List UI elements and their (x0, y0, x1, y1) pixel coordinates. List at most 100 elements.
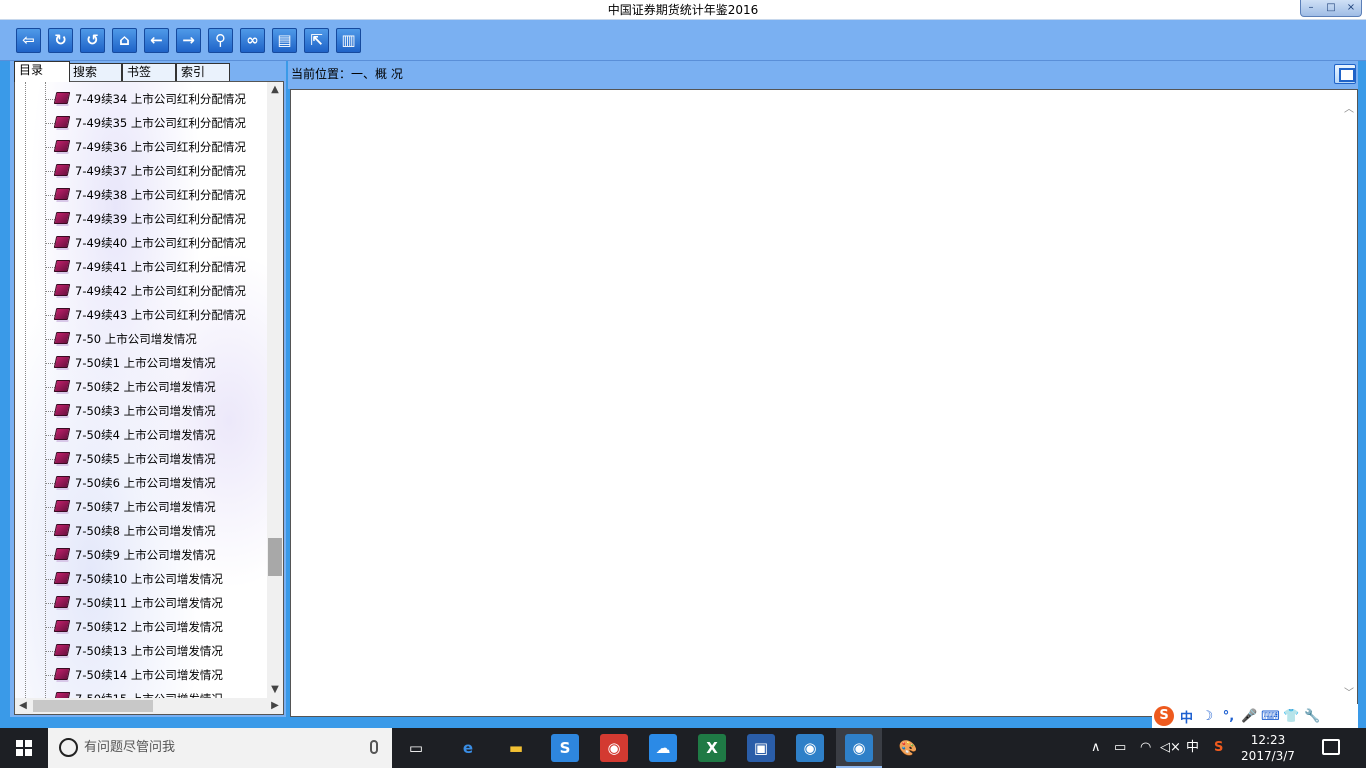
content-scroll-down-icon[interactable]: ﹀ (1341, 686, 1357, 702)
yearbook-viewer-icon-1[interactable]: ◉ (796, 734, 824, 762)
close-button[interactable]: × (1341, 0, 1361, 16)
tab-contents[interactable]: 目录 (14, 61, 70, 82)
tree-horizontal-scrollbar[interactable]: ◀ ▶ (15, 698, 283, 714)
settings-wrench-icon[interactable]: 🔧 (1302, 709, 1323, 724)
netease-music-icon[interactable]: ◉ (600, 734, 628, 762)
tree-vertical-scrollbar[interactable]: ▲ ▼ (267, 82, 283, 698)
tree-item[interactable]: 7-49续38 上市公司红利分配情况 (15, 183, 267, 207)
link-icon[interactable]: ∞ (240, 28, 265, 53)
book-search-icon[interactable]: ▥ (336, 28, 361, 53)
tray-overflow-icon[interactable]: ∧ (1091, 728, 1101, 768)
toc-list: 7-49续34 上市公司红利分配情况 7-49续35 上市公司红利分配情况 7-49… (15, 87, 267, 698)
search-key-icon[interactable]: ⚲ (208, 28, 233, 53)
microphone-icon[interactable] (370, 740, 378, 754)
book-icon (53, 596, 71, 608)
sogou-browser-icon[interactable]: S (551, 734, 579, 762)
tree-item[interactable]: 7-50续1 上市公司增发情况 (15, 351, 267, 375)
tree-item[interactable]: 7-50续11 上市公司增发情况 (15, 591, 267, 615)
skin-icon[interactable]: 👕 (1281, 709, 1302, 724)
window-title: 中国证券期货统计年鉴2016 (607, 3, 759, 17)
start-button[interactable] (0, 728, 48, 768)
tree-item[interactable]: 7-49续41 上市公司红利分配情况 (15, 255, 267, 279)
document-icon[interactable]: ▤ (272, 28, 297, 53)
maximize-button[interactable]: □ (1321, 0, 1341, 16)
file-explorer-icon[interactable]: ▬ (502, 734, 530, 762)
minimize-button[interactable]: – (1301, 0, 1321, 16)
soft-keyboard-icon[interactable]: ⌨ (1260, 709, 1281, 724)
toc-tree[interactable]: 7-49续34 上市公司红利分配情况 7-49续35 上市公司红利分配情况 7-49… (14, 81, 284, 715)
notification-center-icon[interactable] (1322, 739, 1340, 755)
tab-search[interactable]: 搜索 (68, 63, 122, 81)
scroll-up-icon[interactable]: ▲ (267, 82, 283, 98)
tree-item[interactable]: 7-50续2 上市公司增发情况 (15, 375, 267, 399)
content-area[interactable]: ︿ ﹀ (290, 89, 1358, 717)
ime-language-indicator[interactable]: 中 (1186, 728, 1199, 768)
cortana-icon (59, 738, 78, 757)
tab-bookmarks[interactable]: 书签 (122, 63, 176, 81)
task-view-icon[interactable]: ▭ (402, 734, 430, 762)
tab-index[interactable]: 索引 (176, 63, 230, 81)
tree-item[interactable]: 7-49续40 上市公司红利分配情况 (15, 231, 267, 255)
tree-item[interactable]: 7-49续36 上市公司红利分配情况 (15, 135, 267, 159)
undo-icon[interactable]: ↺ (80, 28, 105, 53)
tree-item[interactable]: 7-49续39 上市公司红利分配情况 (15, 207, 267, 231)
export-icon[interactable]: ⇱ (304, 28, 329, 53)
tree-item-label: 7-50续1 上市公司增发情况 (75, 356, 216, 370)
scroll-left-icon[interactable]: ◀ (15, 698, 31, 714)
fullscreen-icon[interactable] (1334, 64, 1356, 84)
tree-item-label: 7-50续3 上市公司增发情况 (75, 404, 216, 418)
exit-icon[interactable]: ⇦ (16, 28, 41, 53)
clock[interactable]: 12:23 2017/3/7 (1240, 732, 1296, 764)
tree-item[interactable]: 7-49续42 上市公司红利分配情况 (15, 279, 267, 303)
tree-item[interactable]: 7-50续3 上市公司增发情况 (15, 399, 267, 423)
sogou-ime-tray-icon[interactable]: S (1214, 728, 1223, 768)
yearbook-viewer-icon-2[interactable]: ◉ (845, 734, 873, 762)
taskbar-search[interactable]: 有问题尽管问我 (48, 728, 392, 768)
back-arrow-icon[interactable]: ← (144, 28, 169, 53)
tree-item[interactable]: 7-49续35 上市公司红利分配情况 (15, 111, 267, 135)
tree-item[interactable]: 7-50续13 上市公司增发情况 (15, 639, 267, 663)
network-icon[interactable]: ◠ (1140, 728, 1151, 768)
content-vertical-scrollbar[interactable]: ︿ ﹀ (1341, 90, 1357, 716)
tree-item[interactable]: 7-50 上市公司增发情况 (15, 327, 267, 351)
tree-item[interactable]: 7-49续34 上市公司红利分配情况 (15, 87, 267, 111)
punctuation-icon[interactable]: °, (1218, 709, 1239, 724)
baidu-cloud-icon[interactable]: ☁ (649, 734, 677, 762)
tree-item[interactable]: 7-49续43 上市公司红利分配情况 (15, 303, 267, 327)
refresh-icon[interactable]: ↻ (48, 28, 73, 53)
sogou-ime-icon[interactable]: S (1154, 706, 1174, 726)
scroll-down-icon[interactable]: ▼ (267, 682, 283, 698)
tree-item[interactable]: 7-50续7 上市公司增发情况 (15, 495, 267, 519)
tree-item[interactable]: 7-49续37 上市公司红利分配情况 (15, 159, 267, 183)
scroll-thumb-horizontal[interactable] (33, 700, 153, 712)
app-window-icon[interactable]: ▣ (747, 734, 775, 762)
voice-input-icon[interactable]: 🎤 (1239, 709, 1260, 724)
home-icon[interactable]: ⌂ (112, 28, 137, 53)
tree-item[interactable]: 7-50续6 上市公司增发情况 (15, 471, 267, 495)
search-placeholder: 有问题尽管问我 (84, 740, 176, 755)
paint-icon[interactable]: 🎨 (894, 734, 922, 762)
forward-arrow-icon[interactable]: → (176, 28, 201, 53)
tree-item[interactable]: 7-50续5 上市公司增发情况 (15, 447, 267, 471)
sidebar: 目录 搜索 书签 索引 7-49续34 上市公司红利分配情况 7-49续35 上市… (10, 61, 286, 717)
ime-toolbar: S 中 ☽ °, 🎤 ⌨ 👕 🔧 (1152, 704, 1358, 728)
content-scroll-up-icon[interactable]: ︿ (1341, 102, 1357, 118)
tree-item[interactable]: 7-50续4 上市公司增发情况 (15, 423, 267, 447)
tree-item[interactable]: 7-50续9 上市公司增发情况 (15, 543, 267, 567)
tree-item-label: 7-49续42 上市公司红利分配情况 (75, 284, 246, 298)
excel-icon[interactable]: X (698, 734, 726, 762)
volume-muted-icon[interactable]: ◁× (1160, 728, 1181, 768)
tree-item-label: 7-49续39 上市公司红利分配情况 (75, 212, 246, 226)
scroll-right-icon[interactable]: ▶ (267, 698, 283, 714)
tree-item[interactable]: 7-50续10 上市公司增发情况 (15, 567, 267, 591)
edge-icon[interactable]: e (454, 734, 482, 762)
scroll-thumb[interactable] (268, 538, 282, 576)
chinese-mode-icon[interactable]: 中 (1176, 707, 1197, 726)
battery-icon[interactable]: ▭ (1114, 728, 1126, 768)
tree-item[interactable]: 7-50续14 上市公司增发情况 (15, 663, 267, 687)
tree-item[interactable]: 7-50续8 上市公司增发情况 (15, 519, 267, 543)
half-width-icon[interactable]: ☽ (1197, 709, 1218, 724)
tree-item[interactable]: 7-50续15 上市公司增发情况 (15, 687, 267, 698)
book-icon (53, 644, 71, 656)
tree-item[interactable]: 7-50续12 上市公司增发情况 (15, 615, 267, 639)
